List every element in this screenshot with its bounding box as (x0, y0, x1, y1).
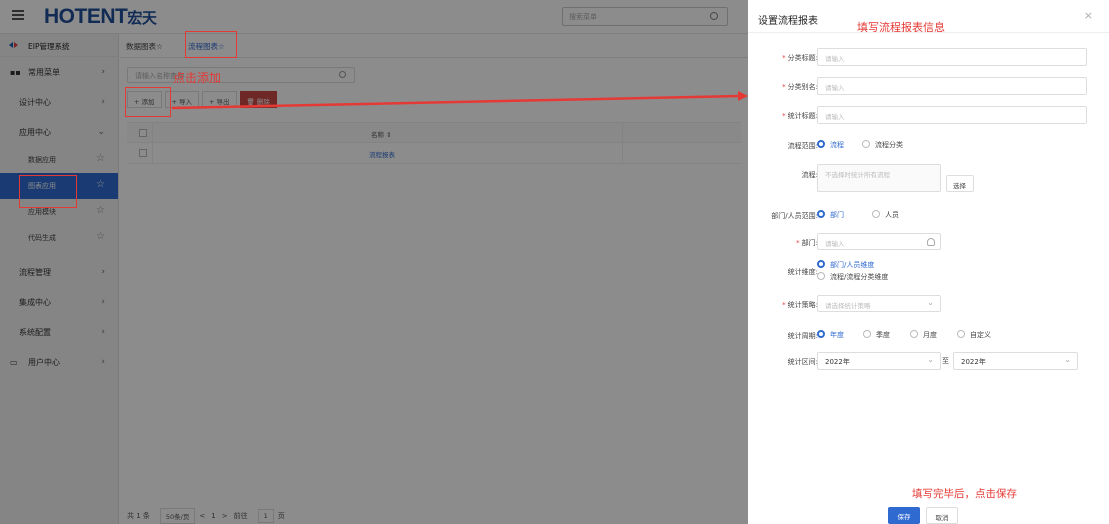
field-label: * 部门: (796, 239, 818, 247)
field-label: * 统计策略: (782, 301, 818, 309)
range-to-select[interactable]: 2022年 ⌄ (953, 352, 1078, 370)
save-button[interactable]: 保存 (888, 507, 920, 524)
field-label: 流程: (801, 171, 818, 179)
radio-dim-flow[interactable]: 流程/流程分类维度 (817, 272, 888, 282)
flow-textarea[interactable]: 不选择时统计所有流程 (817, 164, 941, 192)
dept-input[interactable]: 请输入 (817, 233, 941, 250)
radio-flow-category[interactable]: 流程分类 (862, 140, 903, 150)
field-period: 统计周期: 年度 季度 月度 自定义 (748, 326, 1109, 346)
field-label: 统计维度: (787, 268, 818, 276)
radio-person[interactable]: 人员 (872, 210, 899, 220)
range-from-value: 2022年 (825, 358, 850, 366)
radio-dept[interactable]: 部门 (817, 210, 844, 220)
category-title-input[interactable]: 请输入 (817, 48, 1087, 66)
field-label: 统计周期: (787, 332, 818, 340)
field-label: * 统计标题: (782, 112, 818, 120)
field-strategy: * 统计策略: 请选择统计策略 ⌄ (748, 295, 1109, 315)
report-settings-panel: 设置流程报表 填写流程报表信息 × * 分类标题: 请输入 * 分类别名: 请输入 … (748, 0, 1109, 524)
dept-placeholder: 请输入 (825, 240, 845, 248)
field-label: 流程范围: (787, 142, 818, 150)
radio-unchecked-icon (862, 140, 870, 148)
radio-unchecked-icon (872, 210, 880, 218)
field-flow: 流程: 不选择时统计所有流程 选择 (748, 164, 1109, 194)
field-label: * 分类标题: (782, 54, 818, 62)
stat-title-input[interactable]: 请输入 (817, 106, 1087, 124)
field-label: * 分类别名: (782, 83, 818, 91)
field-range: 统计区间: 2022年 ⌄ 至 2022年 ⌄ (748, 352, 1109, 372)
field-category-title: * 分类标题: 请输入 (748, 48, 1109, 68)
radio-unchecked-icon (863, 330, 871, 338)
field-flow-scope: 流程范围: 流程 流程分类 (748, 136, 1109, 156)
select-flow-button[interactable]: 选择 (946, 175, 974, 192)
field-category-alias: * 分类别名: 请输入 (748, 77, 1109, 97)
radio-flow[interactable]: 流程 (817, 140, 844, 150)
radio-year[interactable]: 年度 (817, 330, 844, 340)
field-org-scope: 部门/人员范围: 部门 人员 (748, 206, 1109, 226)
radio-month[interactable]: 月度 (910, 330, 937, 340)
user-picker-icon[interactable] (927, 238, 935, 246)
radio-custom[interactable]: 自定义 (957, 330, 991, 340)
radio-unchecked-icon (910, 330, 918, 338)
divider (748, 32, 1109, 33)
radio-checked-icon (817, 140, 825, 148)
field-dept: * 部门: 请输入 (748, 233, 1109, 253)
radio-checked-icon (817, 210, 825, 218)
radio-unchecked-icon (957, 330, 965, 338)
chevron-down-icon: ⌄ (1064, 355, 1071, 364)
category-alias-input[interactable]: 请输入 (817, 77, 1087, 95)
panel-title: 设置流程报表 (758, 16, 818, 27)
radio-quarter[interactable]: 季度 (863, 330, 890, 340)
field-label: 部门/人员范围: (771, 212, 818, 220)
radio-checked-icon (817, 330, 825, 338)
cancel-button[interactable]: 取消 (926, 507, 958, 524)
strategy-placeholder: 请选择统计策略 (825, 302, 871, 310)
field-dimension: 统计维度: 部门/人员维度 流程/流程分类维度 (748, 259, 1109, 285)
strategy-select[interactable]: 请选择统计策略 ⌄ (817, 295, 941, 312)
chevron-down-icon: ⌄ (927, 298, 934, 307)
field-stat-title: * 统计标题: 请输入 (748, 106, 1109, 126)
field-label: 统计区间: (787, 358, 818, 366)
range-to-label: 至 (942, 357, 949, 365)
close-icon[interactable]: × (1084, 9, 1093, 22)
radio-dim-org[interactable]: 部门/人员维度 (817, 260, 874, 270)
arrow-head (738, 91, 748, 101)
radio-unchecked-icon (817, 272, 825, 280)
range-to-value: 2022年 (961, 358, 986, 366)
arrow-line (171, 94, 741, 110)
radio-checked-icon (817, 260, 825, 268)
range-from-select[interactable]: 2022年 ⌄ (817, 352, 941, 370)
annotation-save-hint: 填写完毕后，点击保存 (912, 488, 1017, 500)
chevron-down-icon: ⌄ (927, 355, 934, 364)
